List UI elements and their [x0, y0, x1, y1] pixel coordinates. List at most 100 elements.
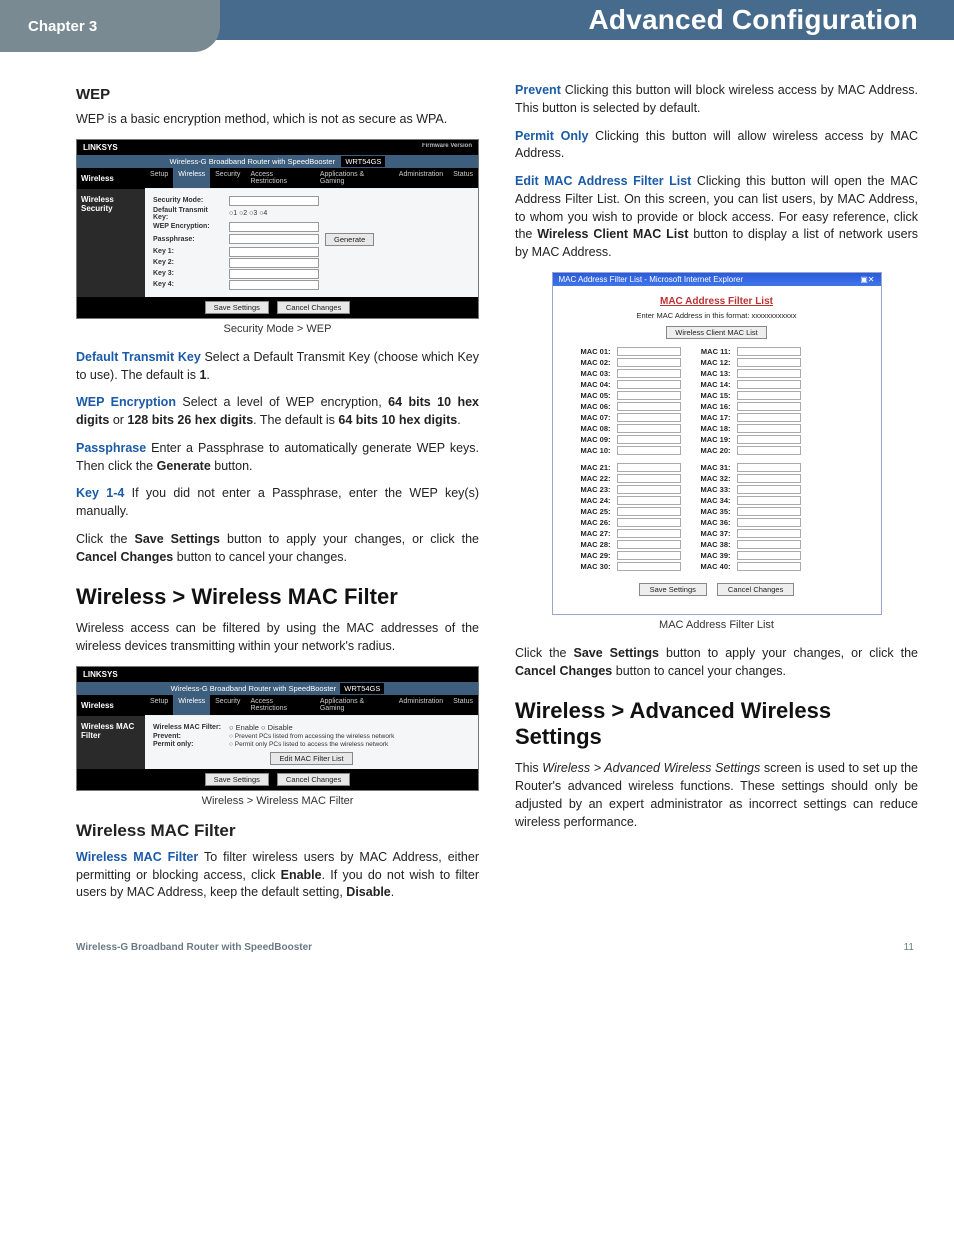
- mac-label: MAC 05:: [567, 391, 611, 400]
- mac-input[interactable]: [617, 402, 681, 411]
- mac-input[interactable]: [737, 369, 801, 378]
- radios-defkey[interactable]: ○1 ○2 ○3 ○4: [229, 210, 267, 217]
- mac-label: MAC 03:: [567, 369, 611, 378]
- window-controls-icon[interactable]: ▣✕: [860, 275, 874, 284]
- tab2-wireless[interactable]: Wireless: [173, 695, 210, 715]
- radios-wmf[interactable]: ○ Enable ○ Disable: [229, 723, 293, 732]
- mac-label: MAC 21:: [567, 463, 611, 472]
- ribbon-text: Wireless-G Broadband Router with SpeedBo…: [170, 157, 336, 166]
- mac-input[interactable]: [737, 358, 801, 367]
- mac-save-button[interactable]: Save Settings: [639, 583, 707, 596]
- mac-input[interactable]: [617, 540, 681, 549]
- tab2-status[interactable]: Status: [448, 695, 478, 715]
- para-save2: Click the Save Settings button to apply …: [515, 645, 918, 681]
- save-button[interactable]: Save Settings: [205, 301, 269, 314]
- radio-permit[interactable]: ○ Permit only PCs listed to access the w…: [229, 741, 388, 748]
- para-key14: Key 1-4 If you did not enter a Passphras…: [76, 485, 479, 521]
- caption-wep: Security Mode > WEP: [76, 323, 479, 335]
- save-button-2[interactable]: Save Settings: [205, 773, 269, 786]
- input-k4[interactable]: [229, 280, 319, 290]
- mac-input[interactable]: [737, 518, 801, 527]
- mac-input[interactable]: [617, 347, 681, 356]
- mac-input[interactable]: [617, 496, 681, 505]
- tab-setup[interactable]: Setup: [145, 168, 173, 188]
- mac-input[interactable]: [737, 485, 801, 494]
- mac-label: MAC 33:: [687, 485, 731, 494]
- lbl-secmode: Security Mode:: [153, 197, 223, 204]
- mac-cancel-button[interactable]: Cancel Changes: [717, 583, 794, 596]
- mac-input[interactable]: [617, 413, 681, 422]
- mac-input[interactable]: [737, 402, 801, 411]
- mac-input[interactable]: [617, 446, 681, 455]
- tab-wireless[interactable]: Wireless: [173, 168, 210, 188]
- para-save1: Click the Save Settings button to apply …: [76, 531, 479, 567]
- page-title: Advanced Configuration: [588, 4, 918, 36]
- mac-input[interactable]: [737, 413, 801, 422]
- mac-input[interactable]: [617, 529, 681, 538]
- edit-mac-list-button[interactable]: Edit MAC Filter List: [270, 752, 352, 765]
- mac-input[interactable]: [737, 391, 801, 400]
- mac-input[interactable]: [617, 369, 681, 378]
- mac-input[interactable]: [617, 551, 681, 560]
- tab2-admin[interactable]: Administration: [394, 695, 448, 715]
- tab2-security[interactable]: Security: [210, 695, 245, 715]
- mac-input[interactable]: [737, 446, 801, 455]
- tab-admin[interactable]: Administration: [394, 168, 448, 188]
- panel-label: Wireless Security: [77, 189, 145, 297]
- mac-label: MAC 09:: [567, 435, 611, 444]
- term-passphrase: Passphrase: [76, 441, 146, 455]
- mac-label: MAC 15:: [687, 391, 731, 400]
- mac-input[interactable]: [737, 562, 801, 571]
- mac-input[interactable]: [617, 380, 681, 389]
- cancel-button[interactable]: Cancel Changes: [277, 301, 350, 314]
- mac-input[interactable]: [737, 347, 801, 356]
- mac-input[interactable]: [737, 435, 801, 444]
- input-k2[interactable]: [229, 258, 319, 268]
- tab-status[interactable]: Status: [448, 168, 478, 188]
- mac-input[interactable]: [737, 551, 801, 560]
- screenshot-wep: LINKSYS Firmware Version Wireless-G Broa…: [76, 139, 479, 319]
- mac-input[interactable]: [617, 391, 681, 400]
- tab2-apps[interactable]: Applications & Gaming: [315, 695, 394, 715]
- mac-label: MAC 08:: [567, 424, 611, 433]
- radio-prevent[interactable]: ○ Prevent PCs listed from accessing the …: [229, 733, 394, 740]
- select-secmode[interactable]: [229, 196, 319, 206]
- term-wmf: Wireless MAC Filter: [76, 850, 198, 864]
- side-label-2: Wireless: [77, 695, 145, 716]
- mac-input[interactable]: [617, 518, 681, 527]
- mac-input[interactable]: [737, 463, 801, 472]
- mac-input[interactable]: [737, 380, 801, 389]
- mac-input[interactable]: [617, 507, 681, 516]
- input-k3[interactable]: [229, 269, 319, 279]
- mac-label: MAC 29:: [567, 551, 611, 560]
- tab2-access[interactable]: Access Restrictions: [245, 695, 314, 715]
- tab-security[interactable]: Security: [210, 168, 245, 188]
- mac-input[interactable]: [617, 485, 681, 494]
- tab2-setup[interactable]: Setup: [145, 695, 173, 715]
- mac-input[interactable]: [617, 463, 681, 472]
- tab-access[interactable]: Access Restrictions: [245, 168, 314, 188]
- mac-input[interactable]: [737, 424, 801, 433]
- mac-input[interactable]: [617, 358, 681, 367]
- tab-apps[interactable]: Applications & Gaming: [315, 168, 394, 188]
- mac-input[interactable]: [737, 507, 801, 516]
- input-k1[interactable]: [229, 247, 319, 257]
- lbl-k1: Key 1:: [153, 248, 223, 255]
- mac-input[interactable]: [737, 496, 801, 505]
- mac-input[interactable]: [617, 474, 681, 483]
- para-edit-mac: Edit MAC Address Filter List Clicking th…: [515, 173, 918, 262]
- mac-input[interactable]: [737, 540, 801, 549]
- side-label: Wireless: [77, 168, 145, 189]
- mac-input[interactable]: [737, 529, 801, 538]
- input-pass[interactable]: [229, 234, 319, 244]
- mac-label: MAC 25:: [567, 507, 611, 516]
- cancel-button-2[interactable]: Cancel Changes: [277, 773, 350, 786]
- mac-input[interactable]: [737, 474, 801, 483]
- mac-input[interactable]: [617, 562, 681, 571]
- select-wepenc[interactable]: [229, 222, 319, 232]
- mac-input[interactable]: [617, 435, 681, 444]
- lbl-wepenc: WEP Encryption:: [153, 223, 223, 230]
- generate-button[interactable]: Generate: [325, 233, 374, 246]
- mac-input[interactable]: [617, 424, 681, 433]
- wireless-client-list-button[interactable]: Wireless Client MAC List: [666, 326, 767, 339]
